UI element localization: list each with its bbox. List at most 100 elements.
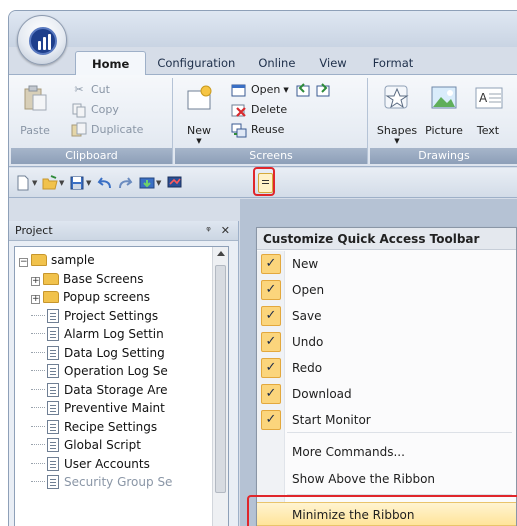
ribbon-tabs: Home Configuration Online View Format: [75, 51, 427, 75]
menu-item-undo[interactable]: ✓ Undo: [257, 330, 516, 354]
tree-item[interactable]: Data Storage Are: [31, 381, 168, 399]
tree-item-label: Recipe Settings: [64, 419, 158, 434]
tree-item[interactable]: − sample: [19, 251, 95, 269]
new-screen-icon: [187, 85, 212, 110]
start-monitor-icon[interactable]: [167, 175, 183, 191]
show-above-ribbon-label: Show Above the Ribbon: [292, 472, 436, 486]
menu-item-redo[interactable]: ✓ Redo: [257, 356, 516, 380]
text-button[interactable]: A Text: [468, 83, 508, 137]
shapes-button[interactable]: Shapes ▼: [374, 83, 420, 145]
tree-item[interactable]: Operation Log Se: [31, 362, 168, 380]
application-menu-button[interactable]: [17, 15, 67, 65]
document-icon: [47, 456, 59, 471]
copy-label: Copy: [91, 103, 119, 116]
download-arrow-icon[interactable]: ▼: [156, 179, 161, 187]
forward-screen-icon[interactable]: [315, 82, 331, 98]
tree-item-label: Popup screens: [63, 290, 150, 304]
menu-item-start-monitor[interactable]: ✓ Start Monitor: [257, 408, 516, 432]
open-screen-button[interactable]: Open ▼: [231, 81, 335, 99]
tree-item[interactable]: Project Settings: [31, 307, 158, 325]
menu-item-new[interactable]: ✓ New: [257, 252, 516, 276]
save-arrow-icon[interactable]: ▼: [86, 179, 91, 187]
document-icon: [47, 327, 59, 341]
tree-item-label: Project Settings: [64, 308, 159, 323]
customize-qat-menu: Customize Quick Access Toolbar ✓ New ✓ Open…: [256, 227, 517, 526]
show-above-ribbon-item[interactable]: Show Above the Ribbon: [257, 467, 516, 491]
minimize-ribbon-highlight: [247, 495, 517, 526]
tab-view[interactable]: View: [307, 51, 358, 75]
pin-icon[interactable]: ᵠ: [206, 224, 211, 237]
tree-item-label: User Accounts: [64, 456, 150, 471]
cut-button[interactable]: ✂ Cut: [71, 81, 110, 99]
open-folder-icon[interactable]: [42, 175, 58, 191]
checkmark-icon: ✓: [261, 254, 281, 274]
close-icon[interactable]: ✕: [221, 224, 230, 237]
more-commands-item[interactable]: More Commands...: [257, 440, 516, 464]
project-panel-title: Project: [15, 224, 53, 237]
paste-label: Paste: [20, 124, 50, 137]
menu-item-open[interactable]: ✓ Open: [257, 278, 516, 302]
tree-item[interactable]: User Accounts: [31, 455, 150, 473]
scroll-thumb[interactable]: [215, 265, 226, 493]
tree-item[interactable]: Data Log Setting: [31, 344, 165, 362]
checkmark-icon: ✓: [261, 384, 281, 404]
document-icon: [47, 401, 59, 415]
tab-format[interactable]: Format: [359, 51, 428, 75]
tree-item[interactable]: Preventive Maint: [31, 399, 165, 417]
tree-item[interactable]: + Popup screens: [31, 288, 150, 306]
download-icon[interactable]: [139, 175, 155, 191]
tree-connector: [31, 351, 45, 353]
menu-item-save[interactable]: ✓ Save: [257, 304, 516, 328]
save-icon[interactable]: [69, 175, 85, 191]
picture-button[interactable]: Picture: [422, 83, 466, 137]
tree-item-label: Operation Log Se: [64, 364, 168, 378]
tab-home[interactable]: Home: [75, 51, 147, 75]
scroll-up-arrow-icon[interactable]: [217, 251, 225, 256]
tree-item[interactable]: Global Script: [31, 436, 141, 454]
reuse-screen-label: Reuse: [251, 123, 285, 136]
back-screen-icon[interactable]: [295, 82, 311, 98]
expand-icon[interactable]: +: [31, 295, 40, 304]
document-icon: [47, 345, 59, 360]
tree-connector: [31, 481, 45, 482]
folder-icon: [43, 272, 59, 285]
undo-icon[interactable]: [97, 175, 113, 191]
new-file-icon[interactable]: [15, 175, 31, 191]
tab-online[interactable]: Online: [246, 51, 307, 75]
tree-item[interactable]: Security Group Se: [31, 473, 172, 491]
duplicate-icon: [71, 122, 87, 137]
tree-item[interactable]: Alarm Log Settin: [31, 325, 164, 343]
document-icon: [47, 438, 59, 452]
drawings-group-label: Drawings: [370, 148, 517, 164]
new-dropdown-arrow-icon: ▼: [196, 137, 202, 145]
new-file-arrow-icon[interactable]: ▼: [32, 179, 37, 187]
collapse-icon[interactable]: −: [19, 258, 28, 267]
redo-icon[interactable]: [117, 175, 133, 191]
tab-configuration[interactable]: Configuration: [146, 51, 246, 75]
tree-item-label: Data Log Setting: [64, 345, 165, 360]
delete-screen-button[interactable]: Delete: [231, 101, 287, 119]
checkmark-icon: ✓: [261, 332, 281, 352]
open-screen-label: Open: [251, 83, 281, 96]
open-folder-arrow-icon[interactable]: ▼: [59, 179, 64, 187]
duplicate-button[interactable]: Duplicate: [71, 121, 143, 139]
new-screen-button[interactable]: New ▼: [181, 83, 217, 145]
copy-icon: [72, 103, 86, 118]
tree-scrollbar[interactable]: [212, 247, 228, 526]
paste-button[interactable]: Paste: [15, 83, 55, 137]
menu-item-download[interactable]: ✓ Download: [257, 382, 516, 406]
tree-item-label: Base Screens: [63, 271, 144, 286]
expand-icon[interactable]: +: [31, 276, 40, 286]
project-tree[interactable]: − sample + Base Screens + Popup screens Projec…: [14, 246, 229, 526]
tree-item[interactable]: Recipe Settings: [31, 418, 157, 436]
reuse-screen-button[interactable]: Reuse: [231, 121, 284, 139]
folder-icon: [31, 254, 47, 266]
scissors-icon: ✂: [74, 83, 84, 96]
copy-button[interactable]: Copy: [71, 101, 119, 119]
shapes-dropdown-arrow-icon: ▼: [394, 137, 400, 145]
screens-group-label: Screens: [175, 148, 367, 164]
menu-item-label: Open: [292, 283, 325, 297]
tree-item[interactable]: + Base Screens: [31, 270, 144, 288]
document-icon: [47, 308, 59, 323]
menu-item-label: Download: [292, 387, 352, 401]
